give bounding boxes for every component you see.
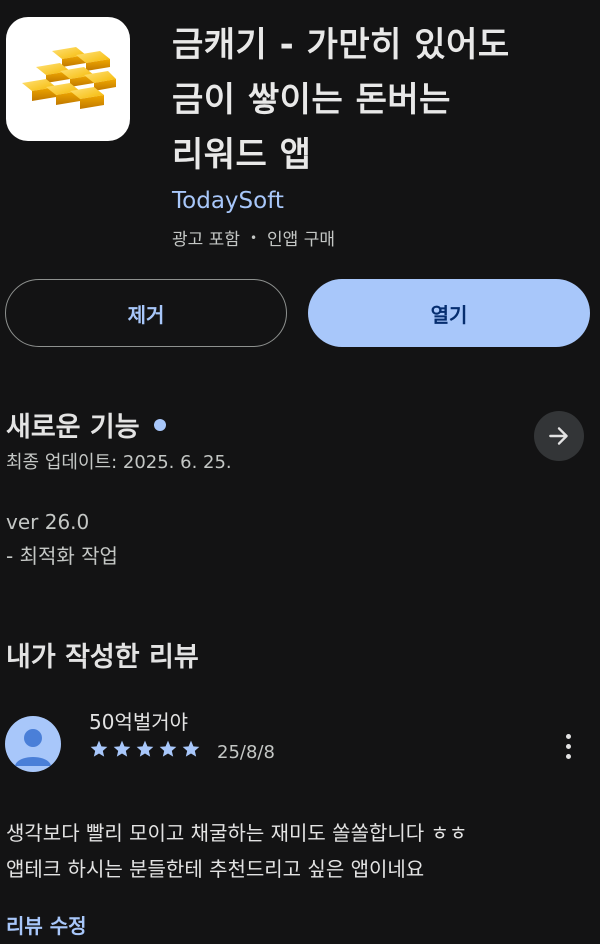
new-indicator-dot xyxy=(153,418,166,431)
more-vert-icon xyxy=(565,743,571,749)
star-icon xyxy=(182,740,200,757)
person-icon xyxy=(15,729,51,766)
release-note-line: ver 26.0 xyxy=(6,510,90,534)
whats-new-arrow-button[interactable] xyxy=(534,411,584,461)
star-rating xyxy=(89,739,201,759)
avatar xyxy=(5,716,61,772)
app-icon xyxy=(6,17,130,141)
review-text: 생각보다 빨리 모이고 채굴하는 재미도 쏠쏠합니다 ㅎㅎ 앱테크 하시는 분들… xyxy=(6,815,591,887)
reviewer-name: 50억벌거야 xyxy=(89,710,189,734)
arrow-right-icon xyxy=(549,427,568,445)
developer-link[interactable]: TodaySoft xyxy=(172,188,284,214)
last-updated: 최종 업데이트: 2025. 6. 25. xyxy=(6,452,232,473)
star-icon xyxy=(113,740,131,757)
gold-bars-icon xyxy=(22,47,116,109)
ads-label: 광고 포함 xyxy=(172,230,240,250)
app-meta: 광고 포함 • 인앱 구매 xyxy=(172,225,335,250)
app-title-line: 금이 쌓이는 돈버는 xyxy=(172,80,451,120)
star-icon xyxy=(159,740,177,757)
app-details-page: 금캐기 - 가만히 있어도 금이 쌓이는 돈버는 리워드 앱 TodaySoft… xyxy=(0,0,600,944)
my-review-title: 내가 작성한 리뷰 xyxy=(6,635,199,674)
meta-separator: • xyxy=(249,230,258,245)
review-date: 25/8/8 xyxy=(217,742,275,763)
iap-label: 인앱 구매 xyxy=(267,230,336,250)
uninstall-button[interactable]: 제거 xyxy=(5,279,287,347)
app-title-line: 금캐기 - 가만히 있어도 xyxy=(172,25,510,65)
my-review-title-text: 내가 작성한 리뷰 xyxy=(6,642,199,673)
release-note-line: - 최적화 작업 xyxy=(6,544,118,568)
review-text-line: 생각보다 빨리 모이고 채굴하는 재미도 쏠쏠합니다 ㅎㅎ xyxy=(6,821,468,845)
review-text-line: 앱테크 하시는 분들한테 추천드리고 싶은 앱이네요 xyxy=(6,857,425,881)
star-icon xyxy=(136,740,154,757)
app-title: 금캐기 - 가만히 있어도 금이 쌓이는 돈버는 리워드 앱 xyxy=(172,18,582,183)
edit-review-link[interactable]: 리뷰 수정 xyxy=(6,910,87,939)
whats-new-title: 새로운 기능 xyxy=(6,412,140,443)
release-notes: ver 26.0 - 최적화 작업 xyxy=(6,505,118,573)
star-icon xyxy=(90,740,108,757)
app-title-line: 리워드 앱 xyxy=(172,135,312,175)
open-button[interactable]: 열기 xyxy=(308,279,590,347)
more-options-button[interactable] xyxy=(554,726,582,766)
more-vert-icon xyxy=(565,753,571,759)
more-vert-icon xyxy=(565,733,571,739)
whats-new-header[interactable]: 새로운 기능 xyxy=(6,405,166,444)
